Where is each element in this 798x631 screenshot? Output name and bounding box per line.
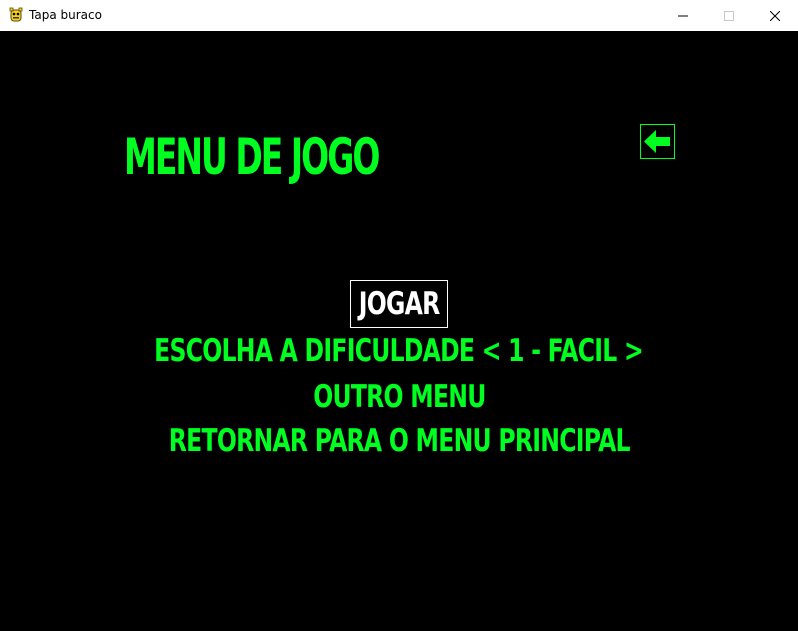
maximize-icon [724, 10, 734, 21]
difficulty-option-row: ESCOLHA A DIFICULDADE < 1 - FACIL > [0, 334, 798, 368]
page-title: MENU DE JOGO [124, 128, 380, 186]
other-menu-option-row: OUTRO MENU [0, 380, 798, 414]
title-bar[interactable]: Tapa buraco [0, 0, 798, 31]
game-canvas: MENU DE JOGO JOGAR ESCOLHA A DIFICULDADE… [0, 31, 798, 631]
arrow-left-icon [644, 130, 670, 153]
back-button[interactable] [640, 124, 675, 159]
minimize-button[interactable] [660, 0, 706, 31]
return-main-option-row: RETORNAR PARA O MENU PRINCIPAL [0, 424, 798, 458]
difficulty-option[interactable]: ESCOLHA A DIFICULDADE < 1 - FACIL > [155, 334, 645, 368]
close-icon [770, 10, 780, 21]
minimize-icon [678, 15, 688, 16]
play-label: JOGAR [358, 286, 440, 322]
pygame-snake-icon [9, 7, 23, 22]
window-title: Tapa buraco [29, 8, 102, 22]
return-main-menu-option[interactable]: RETORNAR PARA O MENU PRINCIPAL [168, 424, 630, 458]
other-menu-option[interactable]: OUTRO MENU [313, 380, 486, 414]
maximize-button[interactable] [706, 0, 752, 31]
play-button[interactable]: JOGAR [350, 280, 448, 328]
close-button[interactable] [752, 0, 798, 31]
game-window: Tapa buraco MENU DE JOGO JOGAR ESCOLHA A… [0, 0, 798, 631]
